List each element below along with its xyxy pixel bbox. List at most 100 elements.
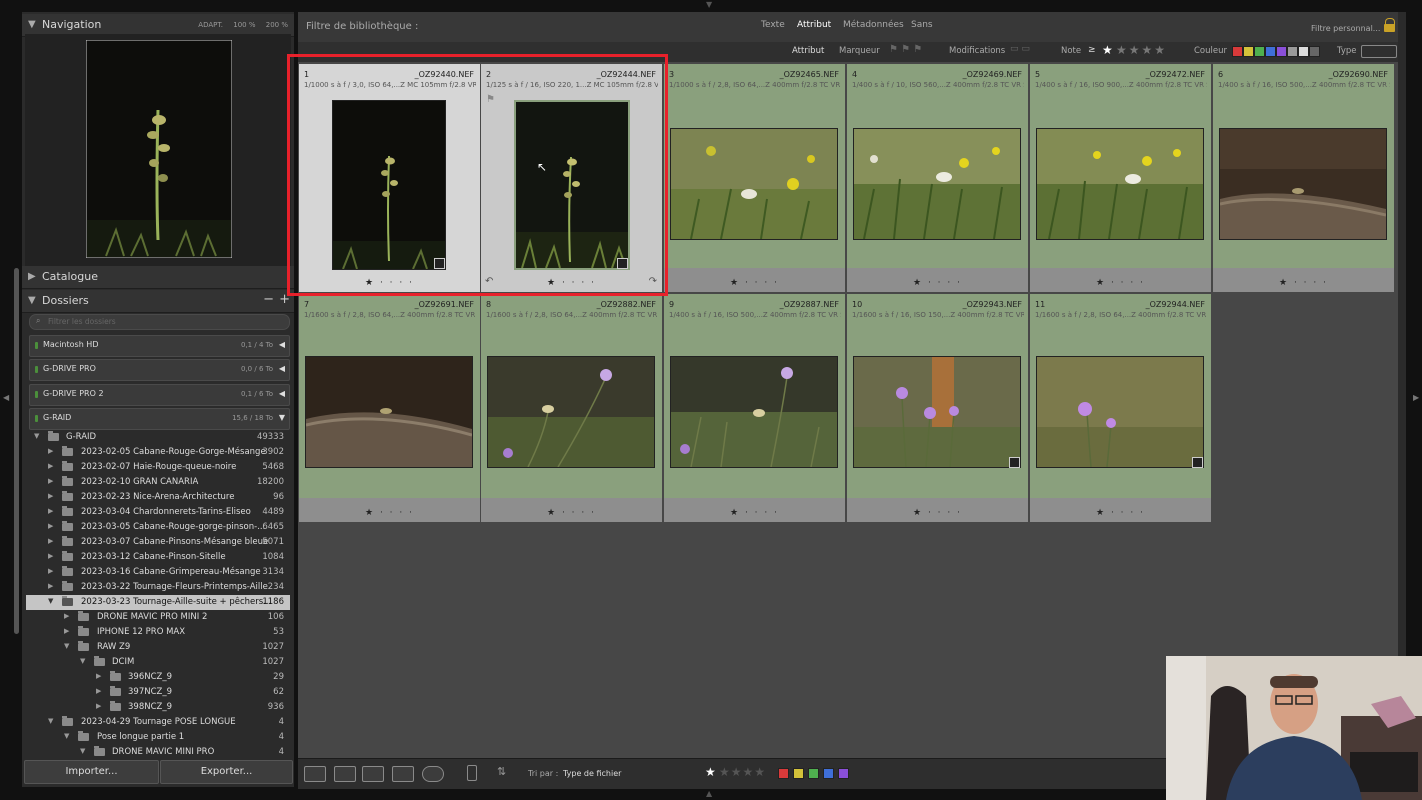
expand-triangle-icon[interactable]: ▶ [96, 672, 101, 680]
folder-row[interactable]: ▶ DRONE MAVIC PRO MINI 2 106 [26, 610, 290, 625]
folders-header[interactable]: ▼ Dossiers − + [22, 290, 294, 313]
bottom-panel-toggle-icon[interactable]: ▲ [706, 789, 712, 798]
survey-view-icon[interactable] [392, 766, 414, 782]
filter-tab-attribut[interactable]: Attribut [797, 20, 831, 30]
photo-cell[interactable]: 10 _OZ92943.NEF 1/1600 s à f / 16, ISO 1… [847, 294, 1028, 522]
photo-rating[interactable]: ★ · · · · [847, 508, 1028, 518]
color-filter-swatch[interactable] [1276, 46, 1287, 57]
expand-triangle-icon[interactable]: ▶ [64, 612, 69, 620]
photo-cell[interactable]: 8 _OZ92882.NEF 1/1600 s à f / 2,8, ISO 6… [481, 294, 662, 522]
color-filter-swatch[interactable] [1298, 46, 1309, 57]
color-label-button[interactable] [823, 768, 834, 779]
export-button[interactable]: Exporter... [160, 760, 293, 784]
photo-rating[interactable]: ★ · · · · [1213, 278, 1394, 288]
volume-arrow-icon[interactable]: ▼ [279, 413, 285, 422]
catalogue-header[interactable]: ▶ Catalogue [22, 266, 294, 289]
filter-tab-metadonnees[interactable]: Métadonnées [843, 20, 904, 30]
photo-rating[interactable]: ★ · · · · [1030, 508, 1211, 518]
left-panel-toggle-icon[interactable]: ◀ [3, 393, 9, 402]
filter-preset-dropdown[interactable]: Filtre personnal... [1311, 24, 1380, 33]
rating-star-icon[interactable]: ★★★★ [719, 765, 766, 779]
photo-rating[interactable]: ★ · · · · [664, 508, 845, 518]
expand-triangle-icon[interactable]: ▶ [48, 507, 53, 515]
volume-g-drive-pro-2[interactable]: G-DRIVE PRO 2 0,1 / 6 To ◀ [29, 384, 290, 406]
color-filter-swatch[interactable] [1309, 46, 1320, 57]
folder-row-selected[interactable]: ▼ 2023-03-23 Tournage-Aille-suite + pêche… [26, 595, 290, 610]
zoom-200[interactable]: 200 % [266, 21, 288, 29]
expand-triangle-icon[interactable]: ▼ [48, 717, 53, 725]
expand-triangle-icon[interactable]: ▶ [48, 537, 53, 545]
folder-row[interactable]: ▼ DRONE MAVIC MINI PRO 4 [26, 745, 290, 760]
photo-cell[interactable]: 6 _OZ92690.NEF 1/400 s à f / 16, ISO 500… [1213, 64, 1394, 292]
volume-macintosh-hd[interactable]: Macintosh HD 0,1 / 4 To ◀ [29, 335, 290, 357]
loupe-view-icon[interactable] [334, 766, 356, 782]
edit-filter-icon[interactable]: ▭ ▭ [1010, 44, 1030, 54]
rating-star-icon[interactable]: ★ [1102, 43, 1113, 57]
photo-rating[interactable]: ★ · · · · [664, 278, 845, 288]
photo-rating[interactable]: ★ · · · · [847, 278, 1028, 288]
expand-triangle-icon[interactable]: ▶ [48, 477, 53, 485]
volume-g-drive-pro[interactable]: G-DRIVE PRO 0,0 / 6 To ◀ [29, 359, 290, 381]
navigator-preview[interactable] [25, 34, 291, 272]
expand-triangle-icon[interactable]: ▼ [64, 642, 69, 650]
folder-row[interactable]: ▶ 396NCZ_9 29 [26, 670, 290, 685]
import-button[interactable]: Importer... [24, 760, 159, 784]
expand-triangle-icon[interactable]: ▶ [28, 271, 36, 282]
volume-arrow-icon[interactable]: ◀ [279, 364, 285, 373]
sort-dropdown[interactable]: Type de fichier [563, 769, 621, 778]
folder-row[interactable]: ▶ 2023-02-07 Haie-Rouge-queue-noire 5468 [26, 460, 290, 475]
rating-star-icon[interactable]: ★★★★ [1116, 43, 1167, 57]
folder-row[interactable]: ▶ 2023-03-07 Cabane-Pinsons-Mésange bleue… [26, 535, 290, 550]
photo-rating[interactable]: ★ · · · · [299, 508, 480, 518]
color-label-button[interactable] [793, 768, 804, 779]
rating-star-icon[interactable]: ★ [705, 765, 716, 779]
photo-rating[interactable]: ★ · · · · [481, 508, 662, 518]
spray-can-icon[interactable] [467, 765, 477, 781]
folder-row[interactable]: ▶ 2023-03-22 Tournage-Fleurs-Printemps-Ai… [26, 580, 290, 595]
color-filter-swatch[interactable] [1243, 46, 1254, 57]
photo-cell[interactable]: 7 _OZ92691.NEF 1/1600 s à f / 2,8, ISO 6… [299, 294, 480, 522]
color-filter-swatch[interactable] [1287, 46, 1298, 57]
volume-g-raid[interactable]: G-RAID 15,6 / 18 To ▼ [29, 408, 290, 430]
expand-triangle-icon[interactable]: ▼ [80, 747, 85, 755]
color-label-button[interactable] [808, 768, 819, 779]
photo-cell[interactable]: 11 _OZ92944.NEF 1/1600 s à f / 2,8, ISO … [1030, 294, 1211, 522]
navigator-zoom[interactable]: ADAPT. 100 % 200 % [190, 21, 288, 29]
expand-triangle-icon[interactable]: ▶ [48, 462, 53, 470]
expand-triangle-icon[interactable]: ▶ [48, 552, 53, 560]
collapse-triangle-icon[interactable]: ▼ [28, 295, 36, 306]
folder-row[interactable]: ▶ 2023-03-12 Cabane-Pinson-Sitelle 1084 [26, 550, 290, 565]
color-label-button[interactable] [778, 768, 789, 779]
folder-row[interactable]: ▼ RAW Z9 1027 [26, 640, 290, 655]
left-panel-scrollbar[interactable] [14, 268, 19, 634]
color-filter-swatch[interactable] [1254, 46, 1265, 57]
folder-row[interactable]: ▼ 2023-04-29 Tournage POSE LONGUE 4 [26, 715, 290, 730]
folder-row[interactable]: ▶ 2023-03-04 Chardonnerets-Tarins-Eliseo 4… [26, 505, 290, 520]
expand-triangle-icon[interactable]: ▼ [34, 432, 39, 440]
folder-row[interactable]: ▼ DCIM 1027 [26, 655, 290, 670]
folder-row[interactable]: ▶ 2023-02-10 GRAN CANARIA 18200 [26, 475, 290, 490]
expand-triangle-icon[interactable]: ▶ [48, 567, 53, 575]
expand-triangle-icon[interactable]: ▶ [96, 687, 101, 695]
type-filter-icon[interactable] [1361, 45, 1397, 58]
expand-triangle-icon[interactable]: ▶ [48, 522, 53, 530]
grid-scrollbar[interactable] [1398, 12, 1406, 758]
expand-triangle-icon[interactable]: ▶ [96, 702, 101, 710]
expand-triangle-icon[interactable]: ▶ [48, 492, 53, 500]
zoom-100[interactable]: 100 % [233, 21, 255, 29]
expand-triangle-icon[interactable]: ▶ [64, 627, 69, 635]
lock-icon[interactable] [1384, 24, 1395, 32]
filter-tab-texte[interactable]: Texte [761, 20, 785, 30]
expand-triangle-icon[interactable]: ▶ [48, 582, 53, 590]
volume-arrow-icon[interactable]: ◀ [279, 389, 285, 398]
photo-cell[interactable]: 9 _OZ92887.NEF 1/400 s à f / 16, ISO 500… [664, 294, 845, 522]
remove-folder-icon[interactable]: − [263, 292, 274, 307]
expand-triangle-icon[interactable]: ▼ [80, 657, 85, 665]
folder-row[interactable]: ▼ Pose longue partie 1 4 [26, 730, 290, 745]
folder-row[interactable]: ▶ 398NCZ_9 936 [26, 700, 290, 715]
color-label-button[interactable] [838, 768, 849, 779]
photo-cell[interactable]: 5 _OZ92472.NEF 1/400 s à f / 16, ISO 900… [1030, 64, 1211, 292]
right-panel-toggle-icon[interactable]: ▶ [1413, 393, 1419, 402]
photo-cell[interactable]: 3 _OZ92465.NEF 1/1000 s à f / 2,8, ISO 6… [664, 64, 845, 292]
expand-triangle-icon[interactable]: ▼ [48, 597, 53, 605]
